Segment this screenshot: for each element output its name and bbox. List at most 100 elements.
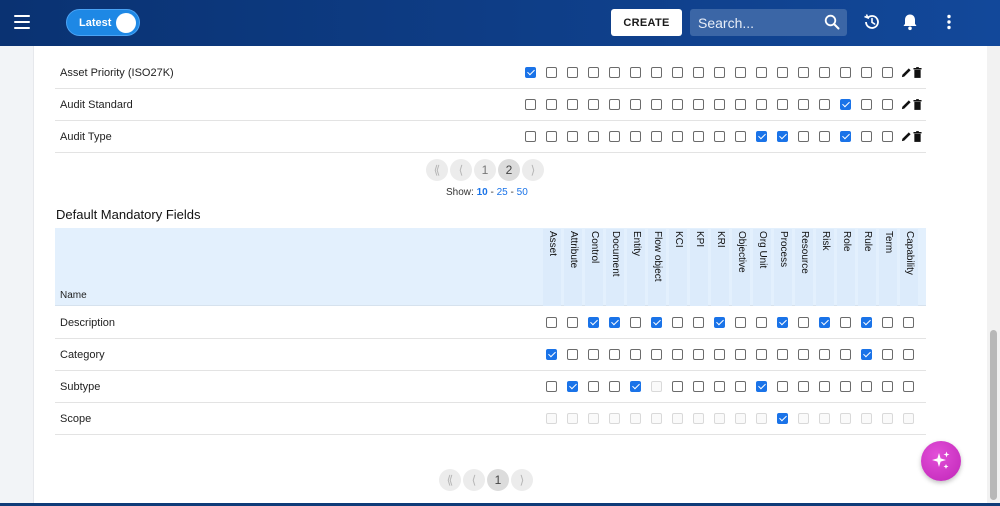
mandatory-checkbox[interactable] — [756, 381, 767, 392]
mandatory-checkbox[interactable] — [714, 349, 725, 360]
page-size-25[interactable]: 25 — [497, 187, 508, 198]
row-checkbox[interactable] — [882, 67, 893, 78]
mandatory-checkbox[interactable] — [651, 317, 662, 328]
row-checkbox[interactable] — [546, 131, 557, 142]
mandatory-checkbox[interactable] — [609, 349, 620, 360]
row-checkbox[interactable] — [819, 67, 830, 78]
mandatory-checkbox[interactable] — [819, 317, 830, 328]
row-checkbox[interactable] — [819, 99, 830, 110]
row-checkbox[interactable] — [861, 67, 872, 78]
row-checkbox[interactable] — [630, 99, 641, 110]
row-checkbox[interactable] — [525, 131, 536, 142]
row-checkbox[interactable] — [672, 99, 683, 110]
mandatory-checkbox[interactable] — [903, 349, 914, 360]
page-number-button[interactable]: 2 — [498, 159, 520, 181]
row-checkbox[interactable] — [735, 131, 746, 142]
row-checkbox[interactable] — [840, 67, 851, 78]
row-checkbox[interactable] — [567, 99, 578, 110]
mandatory-checkbox[interactable] — [630, 381, 641, 392]
mandatory-checkbox[interactable] — [840, 317, 851, 328]
row-checkbox[interactable] — [798, 131, 809, 142]
row-checkbox[interactable] — [651, 131, 662, 142]
row-checkbox[interactable] — [630, 131, 641, 142]
delete-trash-icon[interactable] — [913, 131, 922, 142]
delete-trash-icon[interactable] — [913, 99, 922, 110]
mandatory-checkbox[interactable] — [546, 317, 557, 328]
mandatory-checkbox[interactable] — [756, 349, 767, 360]
next-page-button[interactable]: ⟩ — [522, 159, 544, 181]
row-checkbox[interactable] — [588, 99, 599, 110]
mandatory-checkbox[interactable] — [588, 349, 599, 360]
page-size-10[interactable]: 10 — [477, 187, 488, 198]
mandatory-checkbox[interactable] — [714, 381, 725, 392]
ai-assistant-button[interactable] — [921, 441, 961, 481]
mandatory-checkbox[interactable] — [735, 349, 746, 360]
mandatory-checkbox[interactable] — [693, 349, 704, 360]
page-number-button[interactable]: 1 — [487, 469, 509, 491]
mandatory-checkbox[interactable] — [630, 349, 641, 360]
mandatory-checkbox[interactable] — [672, 381, 683, 392]
mandatory-checkbox[interactable] — [756, 317, 767, 328]
edit-pencil-icon[interactable] — [901, 67, 912, 78]
mandatory-checkbox[interactable] — [567, 381, 578, 392]
mandatory-checkbox[interactable] — [861, 317, 872, 328]
mandatory-checkbox[interactable] — [693, 317, 704, 328]
row-checkbox[interactable] — [546, 67, 557, 78]
more-vert-icon[interactable] — [939, 12, 959, 32]
row-checkbox[interactable] — [588, 131, 599, 142]
row-checkbox[interactable] — [714, 67, 725, 78]
row-checkbox[interactable] — [756, 99, 767, 110]
row-checkbox[interactable] — [546, 99, 557, 110]
first-page-button[interactable]: ⟪ — [426, 159, 448, 181]
scrollbar-thumb[interactable] — [990, 330, 997, 500]
mandatory-checkbox[interactable] — [693, 381, 704, 392]
page-size-50[interactable]: 50 — [517, 187, 528, 198]
search-icon[interactable] — [824, 14, 840, 30]
row-checkbox[interactable] — [525, 99, 536, 110]
prev-page-button[interactable]: ⟨ — [463, 469, 485, 491]
mandatory-checkbox[interactable] — [588, 317, 599, 328]
row-checkbox[interactable] — [840, 131, 851, 142]
row-checkbox[interactable] — [651, 99, 662, 110]
mandatory-checkbox[interactable] — [882, 317, 893, 328]
search-input[interactable] — [698, 14, 818, 31]
mandatory-checkbox[interactable] — [903, 317, 914, 328]
prev-page-button[interactable]: ⟨ — [450, 159, 472, 181]
next-page-button[interactable]: ⟩ — [511, 469, 533, 491]
create-button[interactable]: CREATE — [611, 9, 682, 36]
mandatory-checkbox[interactable] — [609, 317, 620, 328]
mandatory-checkbox[interactable] — [903, 381, 914, 392]
mandatory-checkbox[interactable] — [798, 381, 809, 392]
row-checkbox[interactable] — [777, 131, 788, 142]
mandatory-checkbox[interactable] — [882, 381, 893, 392]
row-checkbox[interactable] — [672, 67, 683, 78]
notifications-bell-icon[interactable] — [900, 12, 920, 32]
search-box[interactable] — [690, 9, 847, 36]
row-checkbox[interactable] — [735, 67, 746, 78]
mandatory-checkbox[interactable] — [714, 317, 725, 328]
row-checkbox[interactable] — [756, 131, 767, 142]
mandatory-checkbox[interactable] — [651, 349, 662, 360]
mandatory-checkbox[interactable] — [546, 349, 557, 360]
row-checkbox[interactable] — [840, 99, 851, 110]
edit-pencil-icon[interactable] — [901, 99, 912, 110]
first-page-button[interactable]: ⟪ — [439, 469, 461, 491]
row-checkbox[interactable] — [588, 67, 599, 78]
latest-toggle[interactable]: Latest — [66, 9, 140, 36]
row-checkbox[interactable] — [609, 131, 620, 142]
row-checkbox[interactable] — [861, 131, 872, 142]
row-checkbox[interactable] — [882, 131, 893, 142]
page-number-button[interactable]: 1 — [474, 159, 496, 181]
row-checkbox[interactable] — [693, 131, 704, 142]
edit-pencil-icon[interactable] — [901, 131, 912, 142]
row-checkbox[interactable] — [693, 99, 704, 110]
mandatory-checkbox[interactable] — [840, 349, 851, 360]
mandatory-checkbox[interactable] — [819, 349, 830, 360]
delete-trash-icon[interactable] — [913, 67, 922, 78]
row-checkbox[interactable] — [777, 67, 788, 78]
row-checkbox[interactable] — [798, 99, 809, 110]
row-checkbox[interactable] — [567, 67, 578, 78]
mandatory-checkbox[interactable] — [546, 381, 557, 392]
row-checkbox[interactable] — [882, 99, 893, 110]
mandatory-checkbox[interactable] — [567, 317, 578, 328]
